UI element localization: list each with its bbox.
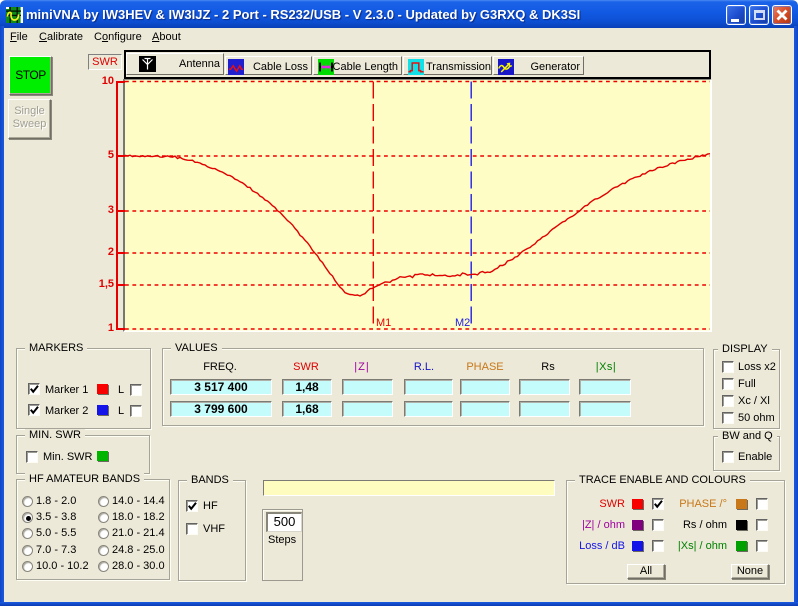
svg-text:M2: M2	[455, 317, 470, 329]
svg-text:M1: M1	[376, 317, 391, 329]
